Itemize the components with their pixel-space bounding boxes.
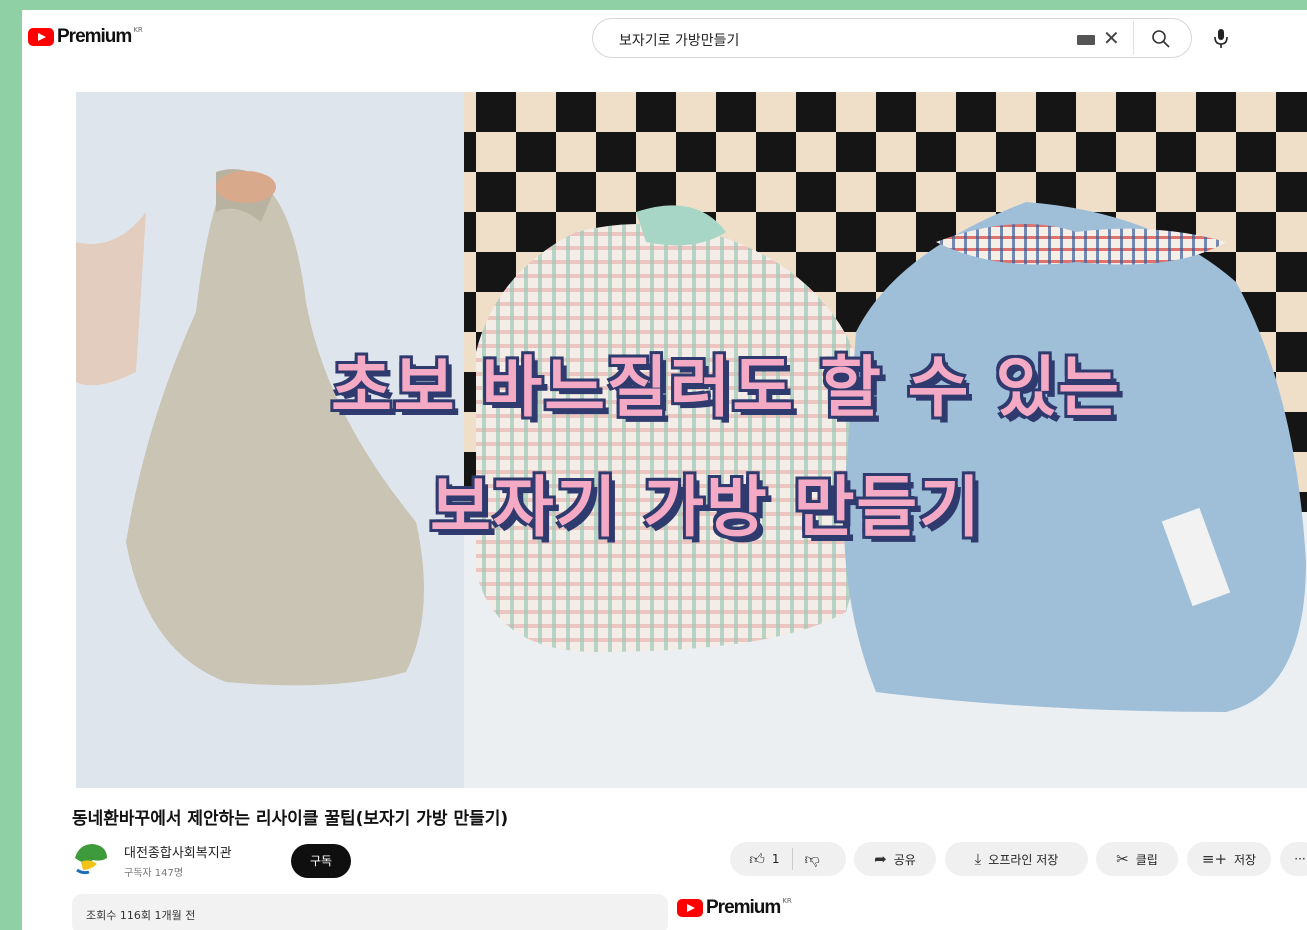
offline-label: 오프라인 저장 bbox=[988, 852, 1059, 867]
view-count-date: 조회수 116회 1개월 전 bbox=[86, 909, 196, 922]
youtube-premium-logo[interactable]: Premium KR bbox=[28, 26, 143, 48]
offline-save-button[interactable]: ⤓ 오프라인 저장 bbox=[945, 842, 1088, 876]
search-box[interactable]: 보자기로 가방만들기 ✕ bbox=[592, 18, 1192, 58]
subscribe-button[interactable]: 구독 bbox=[291, 844, 351, 878]
video-overlay-line2: 보자기 가방 만들기 bbox=[430, 469, 982, 546]
clear-icon[interactable]: ✕ bbox=[1103, 26, 1120, 50]
channel-avatar[interactable] bbox=[71, 840, 111, 878]
share-label: 공유 bbox=[893, 852, 916, 867]
youtube-logo-icon bbox=[28, 28, 54, 46]
logo-text: Premium bbox=[706, 897, 781, 918]
video-overlay-line1: 초보 바느질러도 할 수 있는 bbox=[331, 349, 1121, 426]
thumbs-up-icon[interactable]: 👍︎ bbox=[749, 850, 765, 869]
clip-button[interactable]: ✂ 클립 bbox=[1096, 842, 1178, 876]
video-thumbnail bbox=[76, 92, 1307, 788]
description-box[interactable]: 조회수 116회 1개월 전 bbox=[72, 894, 668, 930]
logo-text: Premium bbox=[57, 26, 132, 47]
youtube-premium-logo-secondary[interactable]: Premium KR bbox=[677, 897, 792, 919]
search-divider bbox=[1133, 21, 1134, 55]
more-actions-button[interactable]: ··· bbox=[1280, 842, 1307, 876]
like-dislike-group: 👍︎ 1 👎︎ bbox=[730, 842, 846, 876]
search-input[interactable]: 보자기로 가방만들기 bbox=[619, 30, 739, 50]
like-count[interactable]: 1 bbox=[772, 852, 780, 866]
share-icon: ➦ bbox=[874, 850, 887, 868]
scissors-icon: ✂ bbox=[1116, 850, 1129, 868]
save-label: 저장 bbox=[1234, 852, 1257, 867]
more-icon: ··· bbox=[1294, 852, 1306, 866]
share-button[interactable]: ➦ 공유 bbox=[854, 842, 936, 876]
video-title: 동네환바꾸에서 제안하는 리사이클 꿀팁(보자기 가방 만들기) bbox=[72, 809, 509, 829]
download-icon: ⤓ bbox=[974, 850, 982, 868]
logo-region: KR bbox=[133, 26, 143, 34]
search-icon[interactable] bbox=[1150, 28, 1172, 50]
youtube-logo-icon bbox=[677, 899, 703, 917]
keyboard-icon[interactable] bbox=[1077, 35, 1095, 45]
mic-icon[interactable] bbox=[1208, 24, 1234, 52]
playlist-add-icon: ≡+ bbox=[1201, 850, 1228, 868]
youtube-watch-page: Premium KR 보자기로 가방만들기 ✕ 초보 바느질러도 할 수 있는 … bbox=[22, 10, 1307, 930]
clip-label: 클립 bbox=[1135, 852, 1158, 867]
video-player[interactable]: 초보 바느질러도 할 수 있는 보자기 가방 만들기 bbox=[76, 92, 1307, 788]
logo-region: KR bbox=[782, 897, 792, 905]
thumbs-down-icon[interactable]: 👎︎ bbox=[805, 850, 820, 869]
channel-name[interactable]: 대전종합사회복지관 bbox=[124, 842, 232, 861]
save-playlist-button[interactable]: ≡+ 저장 bbox=[1187, 842, 1271, 876]
channel-subscribers: 구독자 147명 bbox=[124, 868, 184, 879]
like-divider bbox=[791, 848, 793, 870]
